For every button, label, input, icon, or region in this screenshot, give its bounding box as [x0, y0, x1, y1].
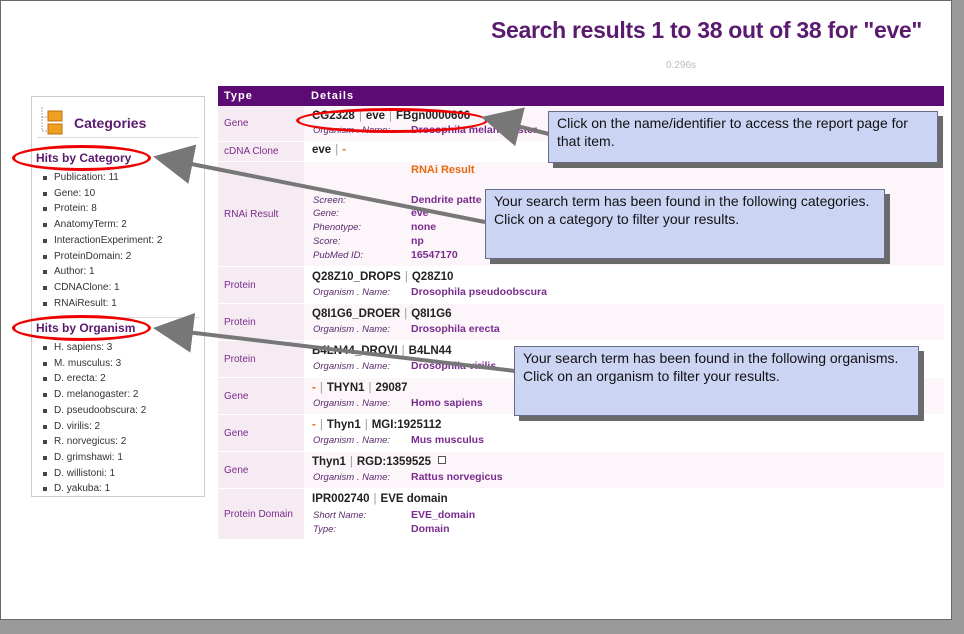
callout-organisms: Your search term has been found in the f…	[514, 346, 919, 416]
arrow-to-organisms	[153, 312, 516, 373]
annotation-arrows	[153, 107, 550, 373]
arrow-to-categories	[153, 144, 486, 224]
callout-categories: Your search term has been found in the f…	[485, 189, 885, 259]
callout-identifier: Click on the name/identifier to access t…	[548, 111, 938, 163]
screenshot-frame: Search results 1 to 38 out of 38 for "ev…	[0, 0, 952, 620]
arrow-to-identifier	[481, 107, 550, 147]
